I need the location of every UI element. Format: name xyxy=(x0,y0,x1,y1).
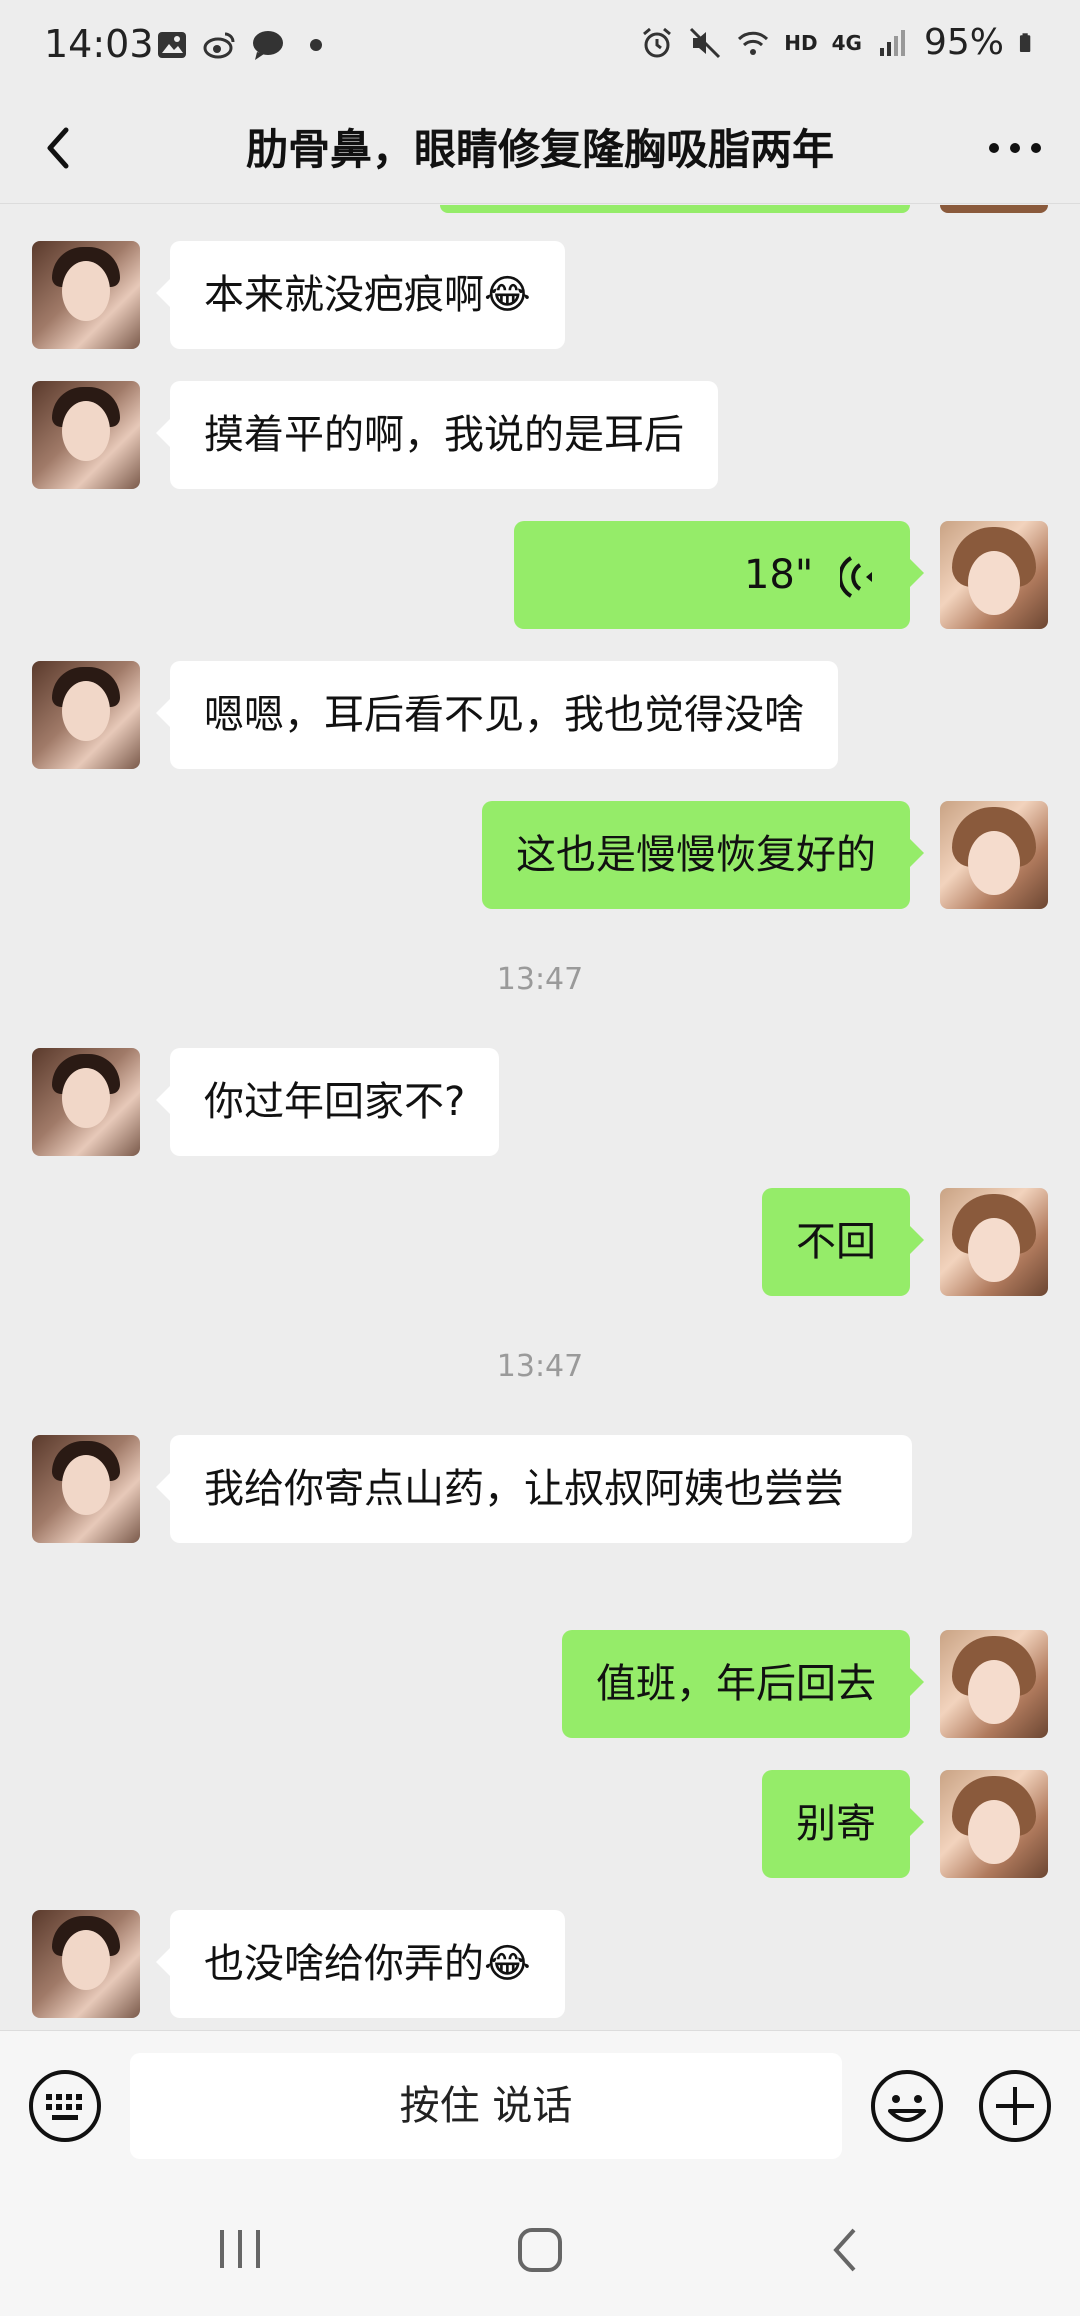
signal-icon xyxy=(879,29,905,56)
message-bubble[interactable]: 本来就没疤痕啊😂 xyxy=(156,241,565,349)
my-avatar[interactable] xyxy=(940,1188,1048,1296)
emoji-icon[interactable] xyxy=(868,2067,946,2145)
status-right: HD 4G 95% xyxy=(640,22,1040,63)
weibo-icon xyxy=(203,32,235,59)
contact-avatar[interactable] xyxy=(32,241,140,349)
gallery-icon xyxy=(158,32,186,58)
system-back-icon[interactable] xyxy=(820,2220,870,2280)
notification-icons xyxy=(155,28,333,62)
message-bubble[interactable]: 我给你寄点山药，让叔叔阿姨也尝尝 xyxy=(156,1435,912,1543)
message-timestamp: 13:47 xyxy=(496,962,584,997)
status-time: 14:03 xyxy=(44,22,154,66)
chat-header: 肋骨鼻，眼睛修复隆胸吸脂两年 xyxy=(0,92,1080,204)
more-icon[interactable] xyxy=(980,118,1050,178)
dot-icon xyxy=(310,39,322,51)
message-icon xyxy=(253,31,283,60)
contact-avatar[interactable] xyxy=(32,661,140,769)
recent-apps-icon[interactable] xyxy=(210,2224,270,2274)
message-bubble[interactable]: 也没啥给你弄的😂 xyxy=(156,1910,565,2018)
my-avatar[interactable] xyxy=(940,801,1048,909)
alarm-icon xyxy=(643,27,672,57)
contact-avatar[interactable] xyxy=(32,1910,140,2018)
voice-duration: 18" xyxy=(743,552,814,598)
contact-avatar[interactable] xyxy=(32,1435,140,1543)
my-avatar[interactable] xyxy=(940,1770,1048,1878)
message-bubble[interactable]: 不回 xyxy=(762,1188,924,1296)
status-bar: 14:03 HD 4G 95% xyxy=(0,0,1080,92)
back-icon[interactable] xyxy=(30,118,90,178)
hd-label: HD xyxy=(784,30,818,55)
plus-icon[interactable] xyxy=(976,2067,1054,2145)
contact-avatar[interactable] xyxy=(32,1048,140,1156)
message-timestamp: 13:47 xyxy=(496,1349,584,1384)
mute-icon xyxy=(690,27,721,58)
network-label: 4G xyxy=(831,30,862,55)
wifi-icon xyxy=(738,31,769,55)
home-icon[interactable] xyxy=(510,2220,570,2280)
my-avatar[interactable] xyxy=(940,1630,1048,1738)
my-avatar[interactable] xyxy=(940,521,1048,629)
voice-wave-icon xyxy=(840,556,872,598)
battery-icon xyxy=(1019,32,1031,52)
system-nav-bar xyxy=(0,2180,1080,2316)
battery-text: 95% xyxy=(923,22,1004,63)
partial-message-bubble xyxy=(440,205,910,213)
chat-area[interactable]: 本来就没疤痕啊😂 摸着平的啊，我说的是耳后 18" 嗯嗯，耳后看不见，我也觉得没… xyxy=(0,205,1080,2030)
message-bubble[interactable]: 值班，年后回去 xyxy=(562,1630,924,1738)
message-bubble[interactable]: 你过年回家不? xyxy=(155,1048,500,1156)
message-bubble[interactable]: 别寄 xyxy=(762,1770,924,1878)
message-bubble[interactable]: 嗯嗯，耳后看不见，我也觉得没啥 xyxy=(156,661,838,769)
contact-avatar[interactable] xyxy=(32,381,140,489)
message-bubble[interactable]: 这也是慢慢恢复好的 xyxy=(482,801,924,909)
voice-message-bubble[interactable]: 18" xyxy=(514,521,924,629)
chat-title: 肋骨鼻，眼睛修复隆胸吸脂两年 xyxy=(245,125,834,174)
keyboard-icon[interactable] xyxy=(26,2067,104,2145)
partial-avatar xyxy=(940,205,1048,213)
hold-to-talk-button[interactable]: 按住 说话 xyxy=(130,2053,842,2159)
input-bar: 按住 说话 xyxy=(0,2030,1080,2180)
message-bubble[interactable]: 摸着平的啊，我说的是耳后 xyxy=(156,381,718,489)
